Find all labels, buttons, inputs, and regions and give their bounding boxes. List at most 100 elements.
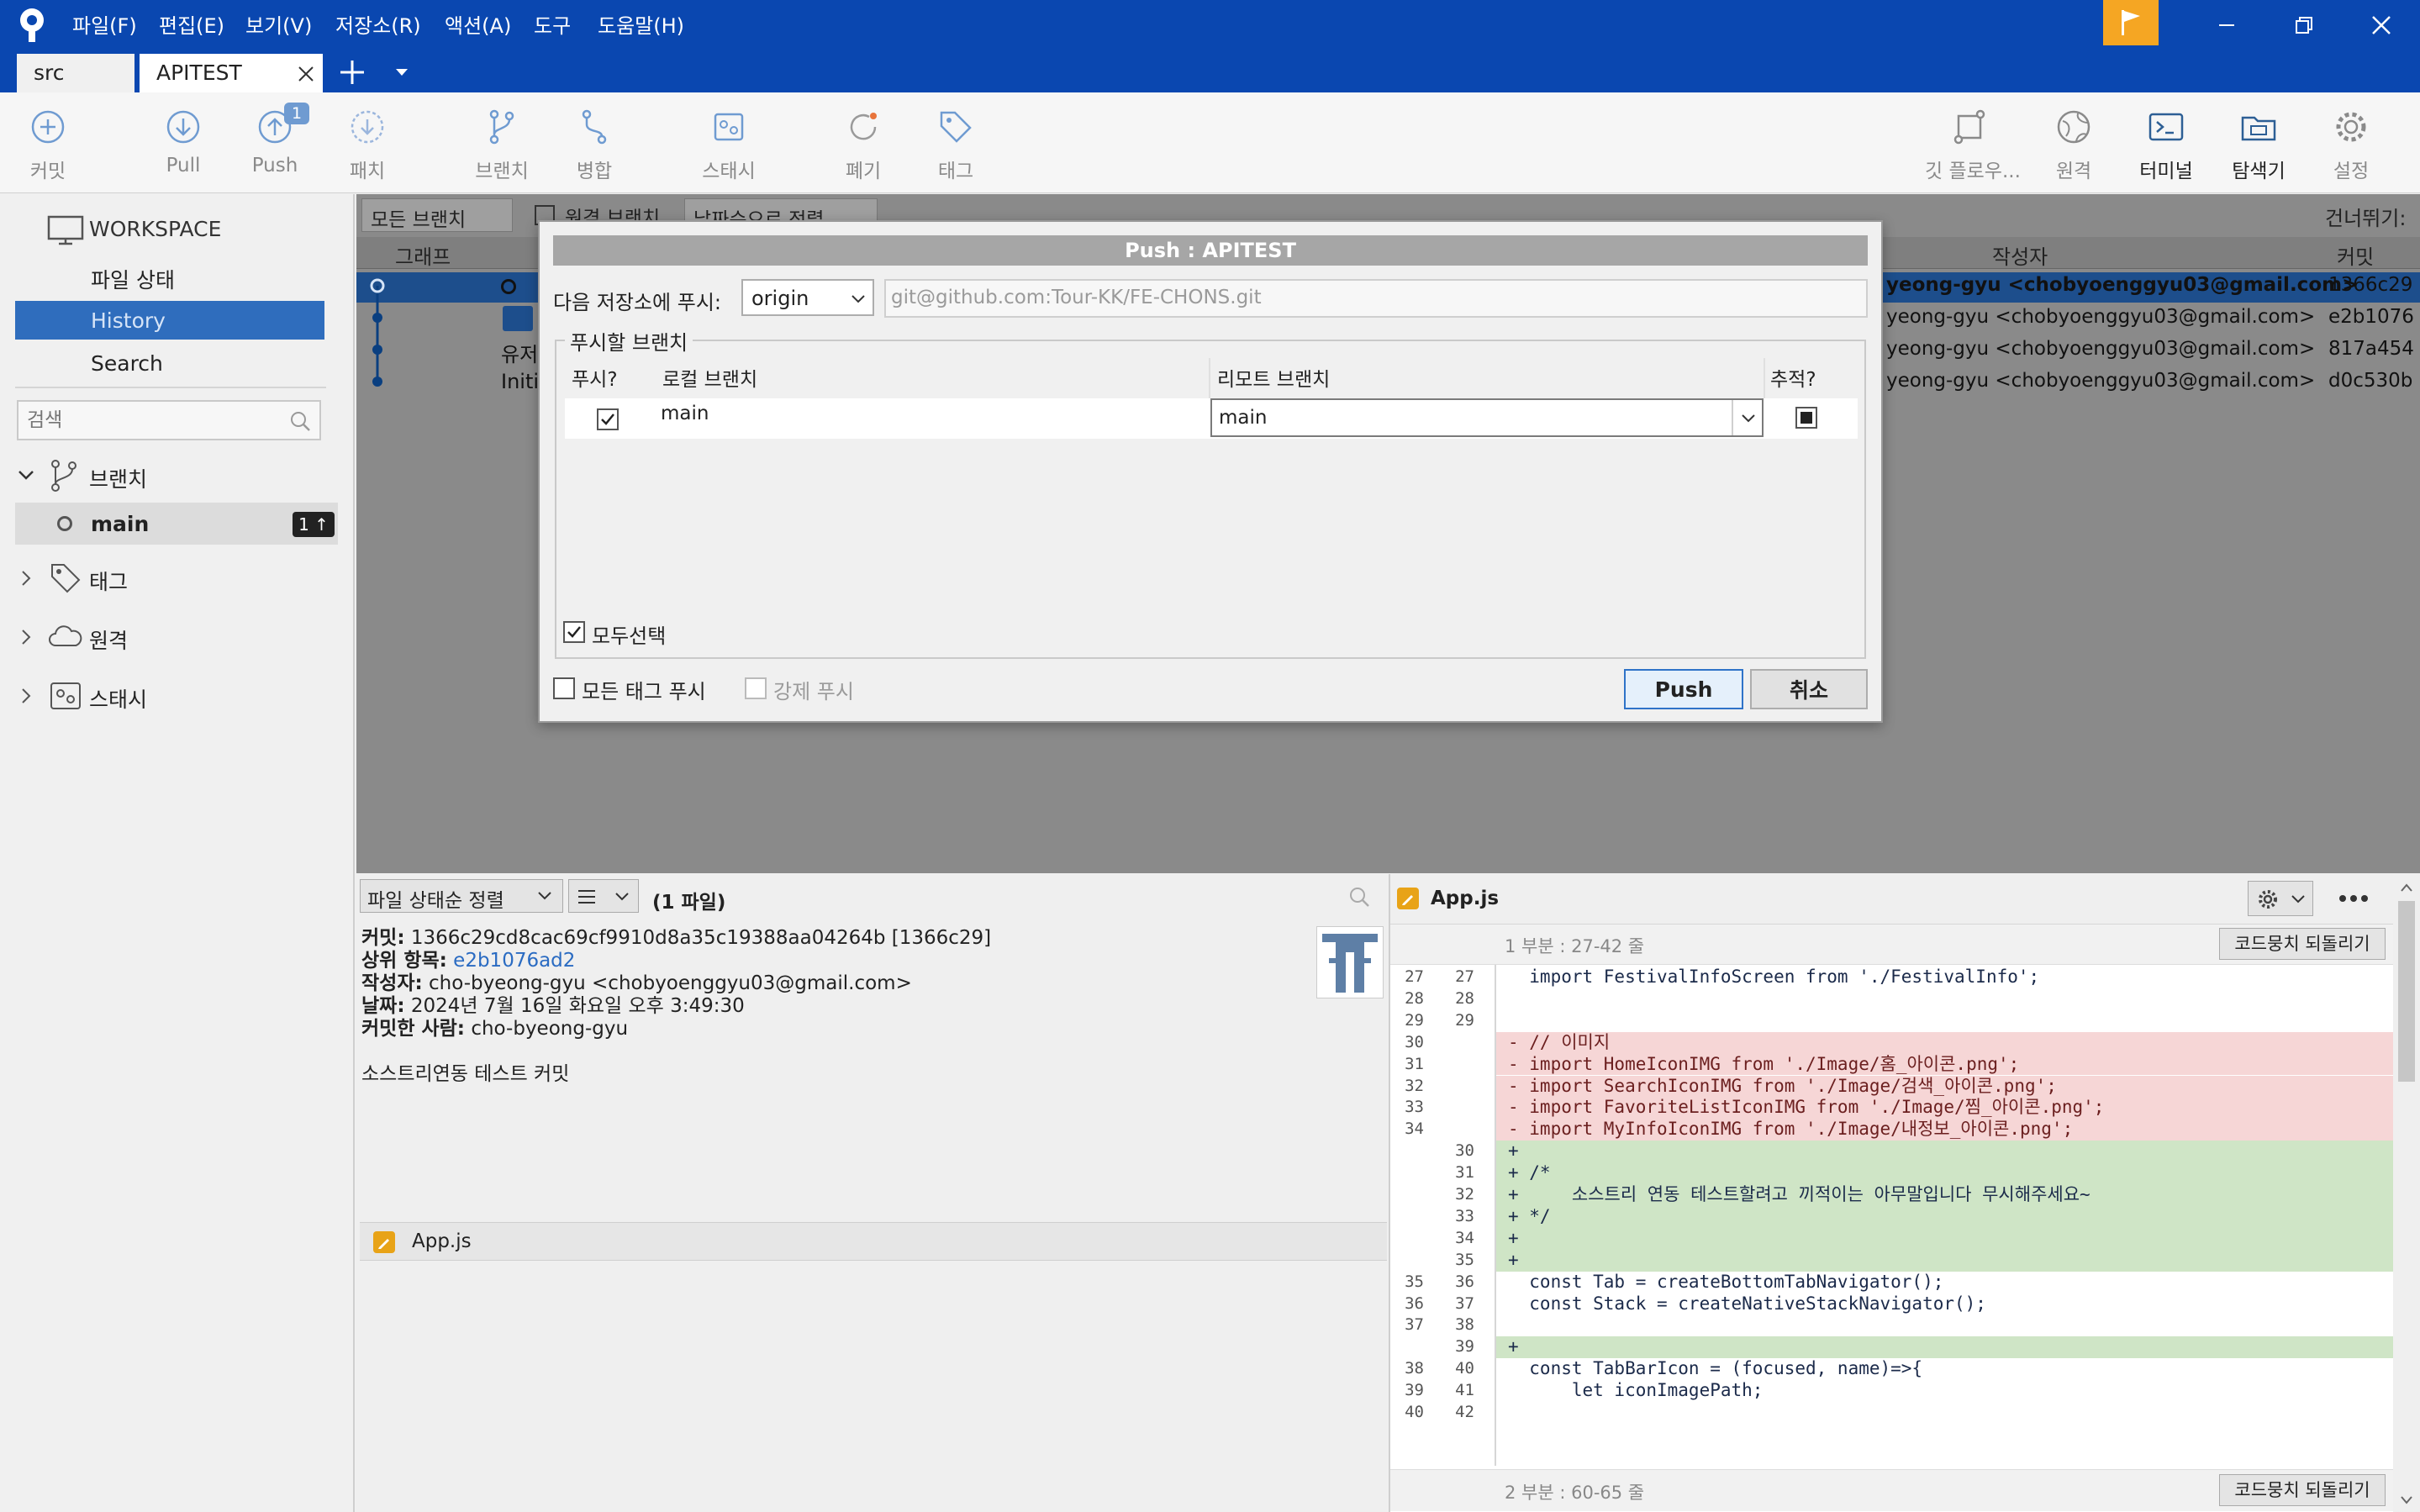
revert-hunk-label: 코드뭉치 되돌리기 <box>2234 1480 2370 1500</box>
remote-select-value: origin <box>751 287 809 310</box>
restore-icon <box>2296 17 2312 34</box>
column-remote-branch: 리모트 브랜치 <box>1217 369 1331 391</box>
flag-button[interactable] <box>2103 0 2159 45</box>
tab-apitest[interactable]: APITEST <box>140 54 323 92</box>
menu-repository[interactable]: 저장소(R) <box>335 12 421 40</box>
pull-button[interactable]: Pull <box>137 108 229 188</box>
sidebar-section-remotes[interactable]: 원격 <box>89 624 128 655</box>
select-all-checkbox[interactable] <box>563 621 585 643</box>
restore-button[interactable] <box>2267 0 2341 50</box>
explorer-button[interactable]: 탐색기 <box>2212 108 2305 188</box>
commit-author: yeong-gyu <chobyoenggyu03@gmail.com> <box>1886 338 2316 360</box>
remote-select[interactable]: origin <box>741 279 874 316</box>
terminal-icon <box>2148 113 2184 141</box>
diff-line: 30 + <box>1390 1141 2393 1163</box>
diff-options-dropdown[interactable] <box>2248 881 2313 916</box>
sidebar-item-main-branch[interactable]: main 1 ↑ <box>15 503 338 545</box>
tab-list-dropdown[interactable] <box>392 64 412 81</box>
diff-line-background <box>1496 1162 2393 1184</box>
cancel-button[interactable]: 취소 <box>1750 669 1868 709</box>
terminal-button[interactable]: 터미널 <box>2120 108 2212 188</box>
file-name: App.js <box>412 1230 472 1252</box>
chevron-right-icon[interactable] <box>17 569 35 587</box>
branches-group-label: 푸시할 브랜치 <box>565 326 693 356</box>
revert-hunk-button[interactable]: 코드뭉치 되돌리기 <box>2219 928 2386 960</box>
chevron-right-icon[interactable] <box>17 628 35 646</box>
push-branch-checkbox[interactable] <box>597 408 619 430</box>
gitflow-button[interactable]: 깃 플로우... <box>1925 108 2021 188</box>
sidebar-section-tags[interactable]: 태그 <box>89 566 128 596</box>
diff-line: 39 41 let iconImagePath; <box>1390 1380 2393 1402</box>
diff-line-code: + <box>1508 1336 1530 1357</box>
remote-branch-select[interactable]: main <box>1210 398 1764 437</box>
new-line-number: 41 <box>1455 1381 1474 1400</box>
dropdown-arrow[interactable] <box>1732 400 1762 435</box>
scrollbar-thumb[interactable] <box>2398 901 2415 1082</box>
diff-scrollbar[interactable] <box>2393 876 2420 1512</box>
menu-file[interactable]: 파일(F) <box>72 12 137 40</box>
tab-src[interactable]: src <box>17 54 134 92</box>
commit-button[interactable]: 커밋 <box>2 108 94 188</box>
modified-file-icon <box>373 1231 395 1253</box>
scroll-up-icon[interactable] <box>2400 882 2413 893</box>
branch-icon <box>49 459 79 493</box>
chevron-right-icon[interactable] <box>17 687 35 705</box>
settings-button[interactable]: 설정 <box>2305 108 2397 188</box>
track-checkbox[interactable] <box>1795 407 1817 429</box>
menu-tools[interactable]: 도구 <box>534 12 571 40</box>
menu-edit[interactable]: 편집(E) <box>159 12 224 40</box>
new-line-number: 27 <box>1455 967 1474 986</box>
merge-label: 병합 <box>576 161 613 182</box>
push-confirm-button[interactable]: Push <box>1624 669 1743 709</box>
more-options-icon[interactable] <box>2337 889 2370 908</box>
diff-line-code <box>1508 1402 1529 1424</box>
close-tab-icon[interactable] <box>298 66 314 82</box>
chevron-down-icon[interactable] <box>17 466 35 484</box>
column-graph[interactable]: 그래프 <box>395 240 451 270</box>
discard-icon <box>850 113 877 140</box>
menu-help[interactable]: 도움말(H) <box>598 12 684 40</box>
author-value: cho-byeong-gyu <chobyoenggyu03@gmail.com… <box>429 972 912 994</box>
sidebar-item-search[interactable]: Search <box>91 351 163 376</box>
menu-view[interactable]: 보기(V) <box>245 12 312 40</box>
sidebar-section-branches[interactable]: 브랜치 <box>89 463 147 493</box>
committer-value: cho-byeong-gyu <box>471 1018 629 1040</box>
revert-hunk-button[interactable]: 코드뭉치 되돌리기 <box>2219 1474 2386 1506</box>
sidebar-item-file-status[interactable]: 파일 상태 <box>91 264 175 294</box>
file-list-item[interactable]: App.js <box>360 1222 1387 1261</box>
column-author[interactable]: 작성자 <box>1992 240 2048 270</box>
diff-line-background <box>1496 988 2393 1010</box>
old-line-number: 29 <box>1405 1010 1424 1030</box>
commit-graph <box>370 278 385 387</box>
patch-button[interactable]: 패치 <box>321 108 414 188</box>
diff-line-code: - import FavoriteListIconIMG from './Ima… <box>1508 1097 2105 1118</box>
parent-commit-link[interactable]: e2b1076ad2 <box>453 950 575 972</box>
view-mode-dropdown[interactable] <box>568 879 639 913</box>
branch-button[interactable]: 브랜치 <box>456 108 548 188</box>
column-commit[interactable]: 커밋 <box>2337 240 2374 270</box>
tag-button[interactable]: 태그 <box>909 108 1002 188</box>
sidebar-section-stashes[interactable]: 스태시 <box>89 683 147 714</box>
remote-button[interactable]: 원격 <box>2027 108 2120 188</box>
stash-button[interactable]: 스태시 <box>683 108 775 188</box>
close-window-button[interactable] <box>2344 0 2418 50</box>
sidebar-item-history[interactable]: History <box>15 301 324 340</box>
sidebar-search-input[interactable] <box>17 400 321 440</box>
branch-filter-dropdown[interactable]: 모든 브랜치 <box>361 198 513 232</box>
merge-button[interactable]: 병합 <box>548 108 641 188</box>
push-confirm-label: Push <box>1654 677 1713 702</box>
new-tab-button[interactable] <box>338 57 366 87</box>
diff-line-code: + 소스트리 연동 테스트할려고 끼적이는 아무말입니다 무시해주세요~ <box>1508 1184 2090 1204</box>
old-line-number: 30 <box>1405 1032 1424 1051</box>
search-icon[interactable] <box>1348 886 1370 908</box>
diff-line-background <box>1496 1010 2393 1032</box>
push-to-label: 다음 저장소에 푸시: <box>553 291 721 314</box>
minimize-button[interactable] <box>2190 0 2264 50</box>
old-line-number: 34 <box>1405 1120 1424 1139</box>
scroll-down-icon[interactable] <box>2400 1495 2413 1505</box>
discard-button[interactable]: 폐기 <box>817 108 909 188</box>
file-sort-dropdown[interactable]: 파일 상태순 정렬 <box>360 879 563 913</box>
push-all-tags-checkbox[interactable] <box>553 677 575 699</box>
main-branch-label: main <box>91 512 150 536</box>
menu-actions[interactable]: 액션(A) <box>445 12 511 40</box>
